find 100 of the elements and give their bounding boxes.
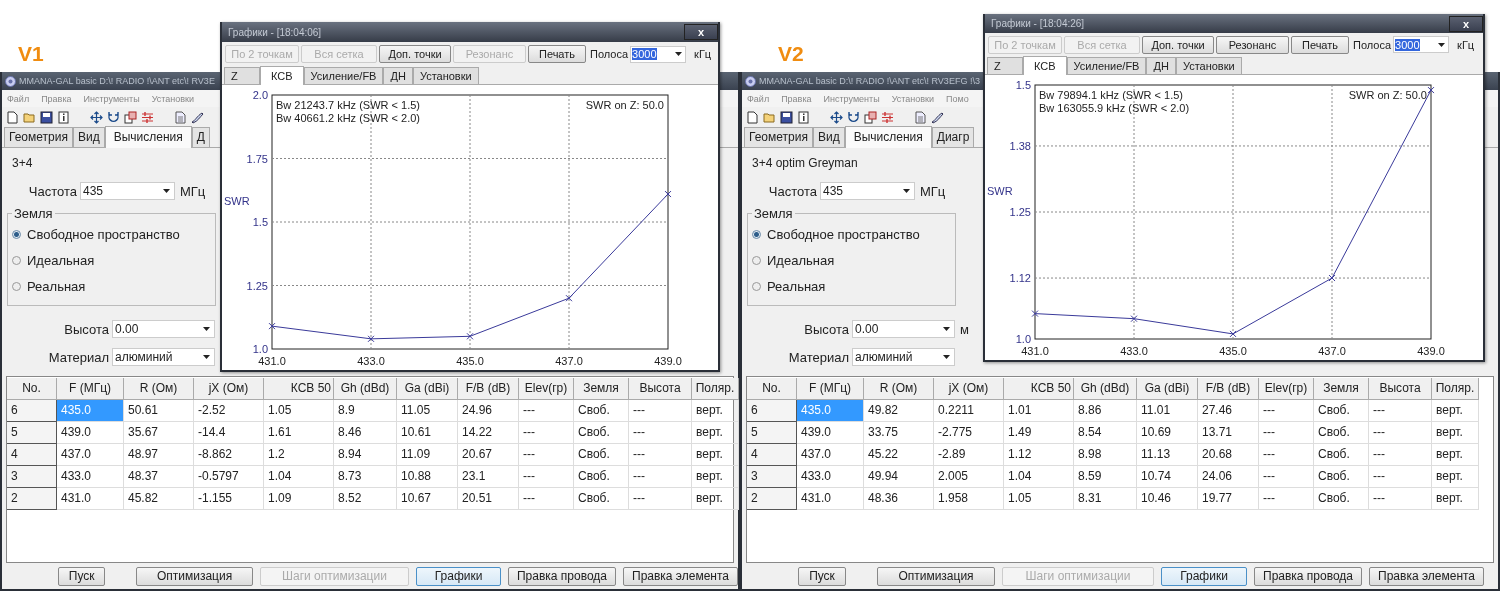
table-cell[interactable]: 433.0: [57, 466, 124, 488]
column-header[interactable]: Земля: [1314, 378, 1369, 400]
band-dropdown[interactable]: 3000: [630, 45, 687, 63]
toolbar-button[interactable]: Доп. точки: [1142, 35, 1214, 54]
column-header[interactable]: F (МГц): [57, 378, 124, 400]
save-icon[interactable]: [40, 110, 53, 124]
column-header[interactable]: Gh (dBd): [1074, 378, 1137, 400]
tab[interactable]: Z: [224, 67, 260, 84]
move-icon[interactable]: [830, 110, 843, 124]
tab[interactable]: Вычисления: [104, 126, 192, 148]
column-header[interactable]: F/B (dB): [1198, 378, 1259, 400]
column-header[interactable]: Ga (dBi): [397, 378, 458, 400]
action-button[interactable]: Правка провода: [507, 566, 616, 586]
tab[interactable]: Усиление/FB: [1066, 57, 1147, 74]
tab[interactable]: Усиление/FB: [303, 67, 384, 84]
tab[interactable]: Установки: [412, 67, 479, 84]
radio-option[interactable]: Свободное пространство: [12, 221, 215, 247]
column-header[interactable]: jX (Ом): [194, 378, 264, 400]
new-file-icon[interactable]: [6, 110, 19, 124]
column-header[interactable]: Поляр.: [1432, 378, 1479, 400]
tab[interactable]: КСВ: [1023, 56, 1067, 75]
tab[interactable]: КСВ: [260, 66, 304, 85]
action-button[interactable]: Графики: [416, 566, 501, 586]
info-icon[interactable]: [57, 110, 70, 124]
menu-item[interactable]: Инструменты: [83, 93, 140, 104]
document-icon[interactable]: [174, 110, 187, 124]
column-header[interactable]: jX (Ом): [934, 378, 1004, 400]
action-button[interactable]: Пуск: [58, 566, 106, 586]
action-button[interactable]: Правка элемента: [623, 566, 738, 586]
rotate-icon[interactable]: [107, 110, 120, 124]
rotate-icon[interactable]: [847, 110, 860, 124]
radio-option[interactable]: Реальная: [12, 273, 215, 299]
tab[interactable]: Геометрия: [744, 127, 813, 147]
tab[interactable]: ДН: [1146, 57, 1176, 74]
tab[interactable]: Вид: [72, 127, 105, 147]
table-cell[interactable]: 433.0: [797, 466, 864, 488]
column-header[interactable]: F (МГц): [797, 378, 864, 400]
action-button[interactable]: Пуск: [798, 566, 846, 586]
material-dropdown[interactable]: алюминий: [852, 348, 955, 366]
radio-option[interactable]: Идеальная: [12, 247, 215, 273]
pen-icon[interactable]: [191, 110, 204, 124]
save-icon[interactable]: [780, 110, 793, 124]
action-button[interactable]: Правка элемента: [1369, 566, 1485, 586]
tab[interactable]: Диагр: [931, 127, 975, 147]
column-header[interactable]: F/B (dB): [458, 378, 519, 400]
menu-item[interactable]: Инструменты: [823, 93, 880, 104]
info-icon[interactable]: [797, 110, 810, 124]
toolbar-button[interactable]: Печать: [1291, 35, 1349, 54]
action-button[interactable]: Правка провода: [1254, 566, 1363, 586]
height-dropdown[interactable]: 0.00: [852, 320, 955, 338]
radio-option[interactable]: Идеальная: [752, 247, 955, 273]
column-header[interactable]: Земля: [574, 378, 629, 400]
tab[interactable]: Геометрия: [4, 127, 73, 147]
toolbar-button[interactable]: Доп. точки: [379, 45, 451, 63]
tab[interactable]: Вычисления: [844, 126, 932, 148]
action-button[interactable]: Графики: [1161, 566, 1247, 586]
table-cell[interactable]: 437.0: [797, 444, 864, 466]
frequency-dropdown[interactable]: 435: [820, 182, 915, 200]
radio-button[interactable]: [752, 255, 761, 265]
action-button[interactable]: Оптимизация: [877, 566, 995, 586]
band-dropdown[interactable]: 3000: [1393, 36, 1450, 54]
radio-button[interactable]: [752, 281, 761, 291]
tab[interactable]: ДН: [383, 67, 413, 84]
radio-button[interactable]: [12, 281, 21, 291]
copy-icon[interactable]: [124, 110, 137, 124]
radio-button[interactable]: [12, 229, 21, 239]
table-cell[interactable]: 439.0: [57, 422, 124, 444]
column-header[interactable]: Gh (dBd): [334, 378, 397, 400]
column-header[interactable]: Высота: [629, 378, 692, 400]
column-header[interactable]: Elev(гр): [519, 378, 574, 400]
tab[interactable]: Установки: [1175, 57, 1242, 74]
radio-button[interactable]: [12, 255, 21, 265]
height-dropdown[interactable]: 0.00: [112, 320, 215, 338]
copy-icon[interactable]: [864, 110, 877, 124]
table-cell[interactable]: 437.0: [57, 444, 124, 466]
move-icon[interactable]: [90, 110, 103, 124]
material-dropdown[interactable]: алюминий: [112, 348, 215, 366]
radio-button[interactable]: [752, 229, 761, 239]
action-button[interactable]: Оптимизация: [136, 566, 253, 586]
column-header[interactable]: R (Ом): [864, 378, 934, 400]
toolbar-button[interactable]: Резонанс: [1216, 35, 1289, 54]
column-header[interactable]: No.: [747, 378, 797, 400]
document-icon[interactable]: [914, 110, 927, 124]
sliders-icon[interactable]: [881, 110, 894, 124]
new-file-icon[interactable]: [746, 110, 759, 124]
column-header[interactable]: Высота: [1369, 378, 1432, 400]
column-header[interactable]: Поляр.: [692, 378, 739, 400]
table-cell[interactable]: 431.0: [797, 488, 864, 510]
column-header[interactable]: Elev(гр): [1259, 378, 1314, 400]
close-button[interactable]: x: [1449, 15, 1483, 32]
table-cell[interactable]: 431.0: [57, 488, 124, 510]
frequency-dropdown[interactable]: 435: [80, 182, 175, 200]
column-header[interactable]: КСВ 50: [1004, 378, 1074, 400]
table-cell[interactable]: 439.0: [797, 422, 864, 444]
tab[interactable]: Вид: [812, 127, 845, 147]
column-header[interactable]: КСВ 50: [264, 378, 334, 400]
sliders-icon[interactable]: [141, 110, 154, 124]
close-button[interactable]: x: [684, 24, 718, 40]
toolbar-button[interactable]: Печать: [528, 45, 586, 63]
column-header[interactable]: R (Ом): [124, 378, 194, 400]
